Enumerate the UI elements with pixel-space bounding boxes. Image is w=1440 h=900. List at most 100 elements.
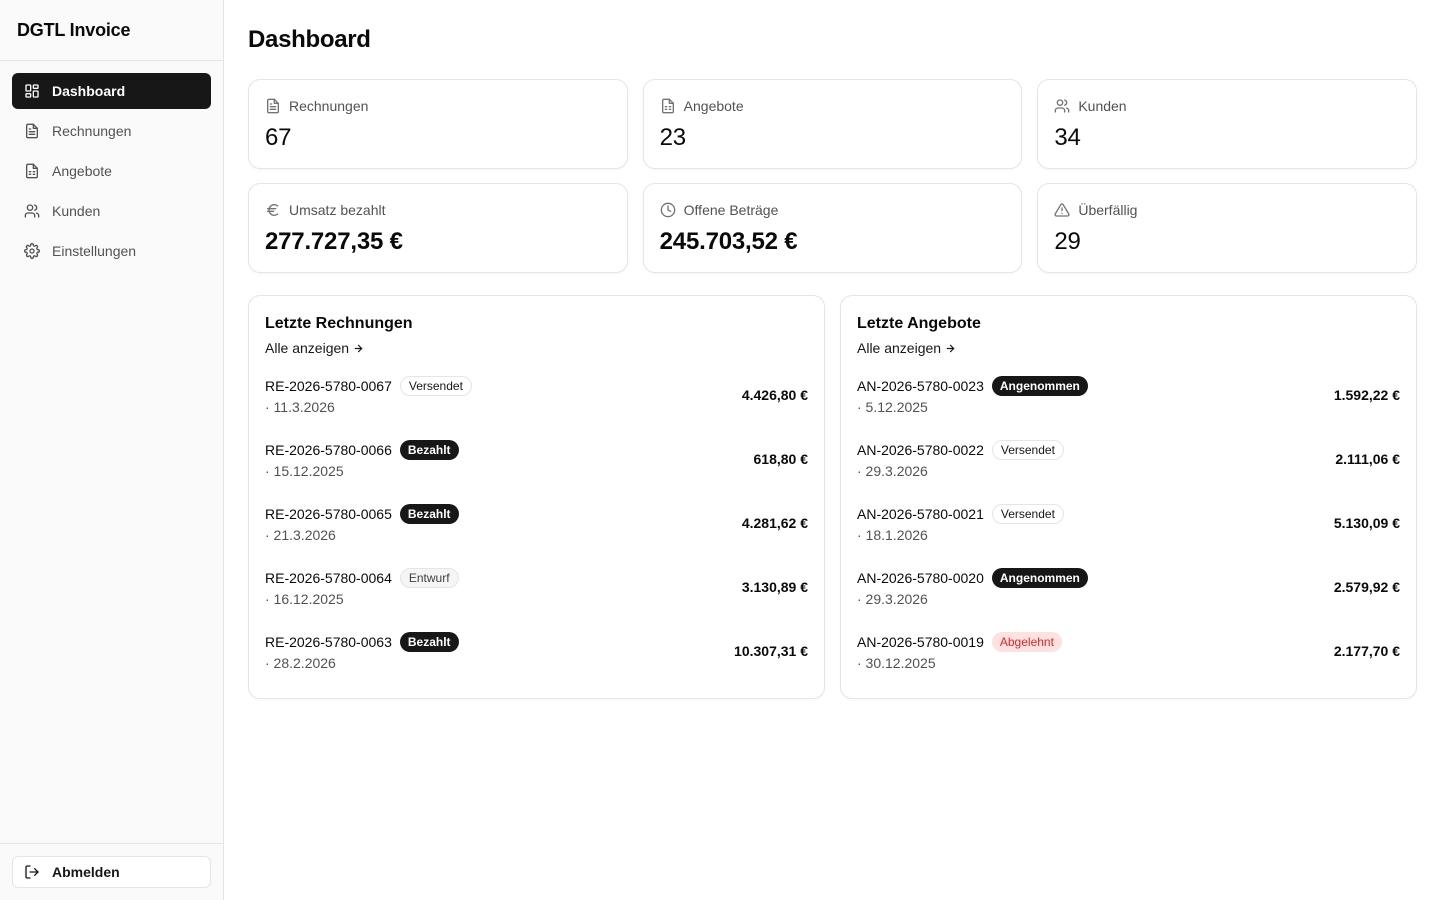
invoice-amount: 618,80 € [753,451,809,467]
quote-list: AN-2026-5780-0023 Angenommen · 5.12.2025… [857,373,1400,673]
stat-value: 29 [1054,228,1081,255]
quote-date: · 5.12.2025 [857,398,928,415]
stat-label: Kunden [1078,98,1127,114]
sidebar-item-einstellungen[interactable]: Einstellungen [12,233,211,269]
invoice-number: RE-2026-5780-0065 [265,505,392,522]
invoice-number: RE-2026-5780-0064 [265,569,392,586]
invoice-amount: 3.130,89 € [741,579,808,595]
stat-card-rechnungen: Rechnungen 67 [248,79,628,169]
quote-row[interactable]: AN-2026-5780-0022 Versendet · 29.3.2026 … [857,437,1400,481]
quote-row[interactable]: AN-2026-5780-0023 Angenommen · 5.12.2025… [857,373,1400,417]
logout-label: Abmelden [52,864,120,880]
status-badge: Abgelehnt [991,631,1062,652]
quote-amount: 1.592,22 € [1333,387,1400,403]
status-badge: Versendet [991,503,1064,524]
file-lines-icon [24,163,40,179]
gear-icon [24,243,40,259]
invoice-amount: 4.426,80 € [741,387,808,403]
status-badge: Bezahlt [399,503,459,524]
stat-value: 67 [265,124,292,151]
stat-label: Rechnungen [289,98,369,114]
status-badge: Angenommen [991,567,1088,588]
stats-grid: Rechnungen 67 Angebote 23 Kunden 34 Umsa… [248,79,1417,273]
quote-number: AN-2026-5780-0023 [857,377,984,394]
quote-date: · 30.12.2025 [857,654,936,671]
sidebar-item-angebote[interactable]: Angebote [12,153,211,189]
sidebar-item-label: Rechnungen [52,123,132,139]
stat-label: Angebote [683,98,744,114]
stat-label: Überfällig [1078,202,1138,218]
recent-quotes-title: Letzte Angebote [857,315,981,332]
invoice-date: · 21.3.2026 [265,526,336,543]
status-badge: Bezahlt [399,439,459,460]
quote-date: · 18.1.2026 [857,526,928,543]
stat-value: 23 [659,124,686,151]
status-badge: Angenommen [991,375,1088,396]
invoice-row[interactable]: RE-2026-5780-0064 Entwurf · 16.12.2025 3… [265,565,808,609]
arrow-right-icon [946,344,955,352]
stat-card-offene-betraege: Offene Beträge 245.703,52 € [642,183,1023,273]
quote-row[interactable]: AN-2026-5780-0019 Abgelehnt · 30.12.2025… [857,629,1400,673]
status-badge: Entwurf [399,567,459,588]
logout-icon [25,865,39,879]
app-root: DGTL Invoice Dashboard Rechnungen Angebo… [0,0,1440,900]
quote-amount: 5.130,09 € [1333,515,1400,531]
stat-value: 277.727,35 € [265,228,403,255]
stat-card-angebote: Angebote 23 [642,79,1023,169]
sidebar-item-kunden[interactable]: Kunden [12,193,211,229]
clock-icon [660,202,675,218]
invoice-amount: 4.281,62 € [741,515,808,531]
file-icon [267,98,279,114]
invoice-amount: 10.307,31 € [734,643,808,659]
quote-amount: 2.579,92 € [1333,579,1400,595]
stat-label: Umsatz bezahlt [289,202,386,218]
sidebar-item-label: Einstellungen [52,243,137,259]
invoice-number: RE-2026-5780-0066 [265,441,392,458]
recent-quotes-card: Letzte Angebote Alle anzeigen AN-2026-57… [840,295,1417,699]
recent-lists: Letzte Rechnungen Alle anzeigen RE-2026-… [248,295,1417,699]
arrow-right-icon [354,344,363,352]
users-icon [1054,99,1070,113]
sidebar-item-label: Angebote [52,163,112,179]
sidebar-footer: Abmelden [0,843,223,900]
stat-value: 245.703,52 € [659,228,798,255]
invoice-row[interactable]: RE-2026-5780-0067 Versendet · 11.3.2026 … [265,373,808,417]
sidebar: DGTL Invoice Dashboard Rechnungen Angebo… [0,0,224,900]
file-lines-icon [661,98,674,114]
link-label: Alle anzeigen [265,340,350,356]
app-title: DGTL Invoice [0,0,223,61]
logout-button[interactable]: Abmelden [12,856,211,888]
quote-number: AN-2026-5780-0020 [857,569,984,586]
invoice-date: · 15.12.2025 [265,462,344,479]
users-icon [24,203,40,219]
sidebar-item-dashboard[interactable]: Dashboard [12,73,211,109]
quote-number: AN-2026-5780-0019 [857,633,984,650]
quote-number: AN-2026-5780-0022 [857,441,984,458]
page-title: Dashboard [248,26,371,53]
invoice-row[interactable]: RE-2026-5780-0063 Bezahlt · 28.2.2026 10… [265,629,808,673]
quote-row[interactable]: AN-2026-5780-0020 Angenommen · 29.3.2026… [857,565,1400,609]
invoice-number: RE-2026-5780-0063 [265,633,392,650]
sidebar-nav: Dashboard Rechnungen Angebote Kunden Ein… [0,61,223,281]
quote-number: AN-2026-5780-0021 [857,505,984,522]
euro-icon [267,203,279,216]
invoice-date: · 28.2.2026 [265,654,336,671]
invoice-row[interactable]: RE-2026-5780-0066 Bezahlt · 15.12.2025 6… [265,437,808,481]
dashboard-icon [24,83,40,99]
quote-amount: 2.177,70 € [1333,643,1400,659]
quote-amount: 2.111,06 € [1335,451,1400,467]
main-content: Dashboard Rechnungen 67 Angebote 23 Kund… [224,0,1440,900]
warning-icon [1054,203,1070,217]
recent-invoices-title: Letzte Rechnungen [265,315,413,332]
invoice-list: RE-2026-5780-0067 Versendet · 11.3.2026 … [265,373,808,673]
show-all-quotes-link[interactable]: Alle anzeigen [857,340,956,356]
recent-invoices-card: Letzte Rechnungen Alle anzeigen RE-2026-… [248,295,825,699]
quote-date: · 29.3.2026 [857,590,928,607]
quote-row[interactable]: AN-2026-5780-0021 Versendet · 18.1.2026 … [857,501,1400,545]
invoice-date: · 16.12.2025 [265,590,344,607]
quote-date: · 29.3.2026 [857,462,928,479]
invoice-row[interactable]: RE-2026-5780-0065 Bezahlt · 21.3.2026 4.… [265,501,808,545]
sidebar-item-rechnungen[interactable]: Rechnungen [12,113,211,149]
show-all-invoices-link[interactable]: Alle anzeigen [265,340,364,356]
